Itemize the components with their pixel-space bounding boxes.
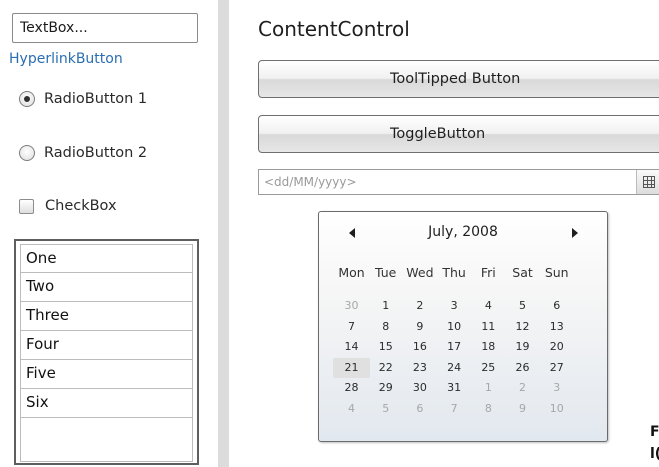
calendar-day[interactable]: 22 — [367, 358, 404, 379]
calendar-day[interactable]: 7 — [436, 399, 473, 420]
grid-splitter[interactable] — [218, 0, 229, 467]
day-of-week-label: Sat — [512, 265, 533, 280]
calendar-day[interactable]: 10 — [436, 317, 473, 338]
calendar-day[interactable]: 13 — [538, 317, 575, 338]
radio-button-1[interactable]: RadioButton 1 — [19, 91, 147, 107]
listbox[interactable]: One Two Three Four Five Six — [14, 239, 199, 465]
calendar-day[interactable]: 18 — [470, 337, 507, 358]
list-item[interactable]: Six — [20, 389, 193, 418]
calendar-day[interactable]: 30 — [333, 296, 370, 317]
calendar-day[interactable]: 20 — [538, 337, 575, 358]
calendar-day[interactable]: 30 — [401, 378, 438, 399]
calendar-button[interactable] — [636, 170, 659, 194]
calendar-day[interactable]: 8 — [367, 317, 404, 338]
calendar-day[interactable]: 16 — [401, 337, 438, 358]
calendar-day[interactable]: 10 — [538, 399, 575, 420]
calendar-day[interactable]: 25 — [470, 358, 507, 379]
calendar-week-row: 28 29 30 31 1 2 3 — [333, 378, 572, 399]
checkbox[interactable]: CheckBox — [19, 198, 117, 214]
calendar-day[interactable]: 24 — [436, 358, 473, 379]
calendar-day[interactable]: 28 — [333, 378, 370, 399]
calendar-day[interactable]: 6 — [401, 399, 438, 420]
calendar-day-today[interactable]: 21 — [333, 357, 370, 378]
calendar-day[interactable]: 2 — [401, 296, 438, 317]
list-item[interactable]: One — [20, 244, 193, 273]
toggle-button[interactable]: ToggleButton — [258, 115, 659, 153]
calendar-days: 30 1 2 3 4 5 6 7 8 9 10 11 12 13 14 15 16 17 18 19 20 21 22 23 2… — [333, 296, 572, 419]
calendar-day[interactable]: 19 — [504, 337, 541, 358]
tooltipped-button[interactable]: ToolTipped Button — [258, 60, 659, 98]
calendar-day[interactable]: 2 — [504, 378, 541, 399]
calendar-day[interactable]: 14 — [333, 337, 370, 358]
list-item[interactable]: Two — [20, 273, 193, 302]
calendar-day[interactable]: 26 — [504, 358, 541, 379]
next-month-icon[interactable] — [572, 228, 578, 238]
calendar-day[interactable]: 27 — [538, 358, 575, 379]
day-of-week-label: Mon — [338, 265, 365, 280]
clipped-text-line-2: l( — [650, 446, 659, 462]
day-of-week-label: Tue — [375, 265, 397, 280]
checkbox-unchecked-icon — [19, 198, 34, 214]
content-control: ContentControl — [258, 17, 410, 41]
radio-button-1-label: RadioButton 1 — [44, 91, 148, 107]
day-of-week-label: Thu — [442, 265, 466, 280]
calendar-day[interactable]: 31 — [436, 378, 473, 399]
day-of-week-header: Mon Tue Wed Thu Fri Sat Sun — [333, 265, 572, 280]
day-of-week-label: Fri — [480, 265, 496, 280]
calendar-week-row: 14 15 16 17 18 19 20 — [333, 337, 572, 358]
radio-button-2-label: RadioButton 2 — [44, 145, 148, 161]
calendar-popup: July, 2008 Mon Tue Wed Thu Fri Sat Sun 30 1 2 3 4 5… — [318, 211, 608, 442]
calendar-month-year[interactable]: July, 2008 — [319, 212, 607, 252]
calendar-day[interactable]: 12 — [504, 317, 541, 338]
clipped-text-line-1: F — [650, 424, 659, 440]
calendar-day[interactable]: 4 — [333, 399, 370, 420]
radio-unselected-icon — [19, 145, 35, 161]
calendar-week-row: 4 5 6 7 8 9 10 — [333, 399, 572, 420]
calendar-day[interactable]: 5 — [367, 399, 404, 420]
calendar-day[interactable]: 23 — [401, 358, 438, 379]
calendar-day[interactable]: 1 — [470, 378, 507, 399]
list-item[interactable]: Five — [20, 360, 193, 389]
calendar-day[interactable]: 5 — [504, 296, 541, 317]
checkbox-label: CheckBox — [45, 198, 117, 214]
calendar-week-row: 7 8 9 10 11 12 13 — [333, 317, 572, 338]
calendar-icon — [643, 176, 655, 188]
calendar-day[interactable]: 4 — [470, 296, 507, 317]
radio-button-2[interactable]: RadioButton 2 — [19, 145, 147, 161]
calendar-day[interactable]: 29 — [367, 378, 404, 399]
calendar-week-row: 30 1 2 3 4 5 6 — [333, 296, 572, 317]
calendar-day[interactable]: 7 — [333, 317, 370, 338]
calendar-day[interactable]: 3 — [436, 296, 473, 317]
calendar-day[interactable]: 11 — [470, 317, 507, 338]
list-empty-area — [20, 418, 193, 462]
calendar-day[interactable]: 3 — [538, 378, 575, 399]
calendar-day[interactable]: 17 — [436, 337, 473, 358]
calendar-day[interactable]: 15 — [367, 337, 404, 358]
calendar-day[interactable]: 9 — [401, 317, 438, 338]
calendar-day[interactable]: 1 — [367, 296, 404, 317]
calendar-day[interactable]: 9 — [504, 399, 541, 420]
list-item[interactable]: Four — [20, 331, 193, 360]
list-item[interactable]: Three — [20, 302, 193, 331]
day-of-week-label: Wed — [406, 265, 434, 280]
day-of-week-label: Sun — [544, 265, 569, 280]
calendar-day[interactable]: 6 — [538, 296, 575, 317]
textbox[interactable]: TextBox... — [12, 13, 198, 43]
hyperlink-button[interactable]: HyperlinkButton — [9, 51, 123, 67]
radio-selected-icon — [19, 91, 35, 107]
calendar-week-row: 21 22 23 24 25 26 27 — [333, 357, 575, 379]
date-picker-input[interactable]: <dd/MM/yyyy> — [258, 169, 659, 195]
calendar-day[interactable]: 8 — [470, 399, 507, 420]
